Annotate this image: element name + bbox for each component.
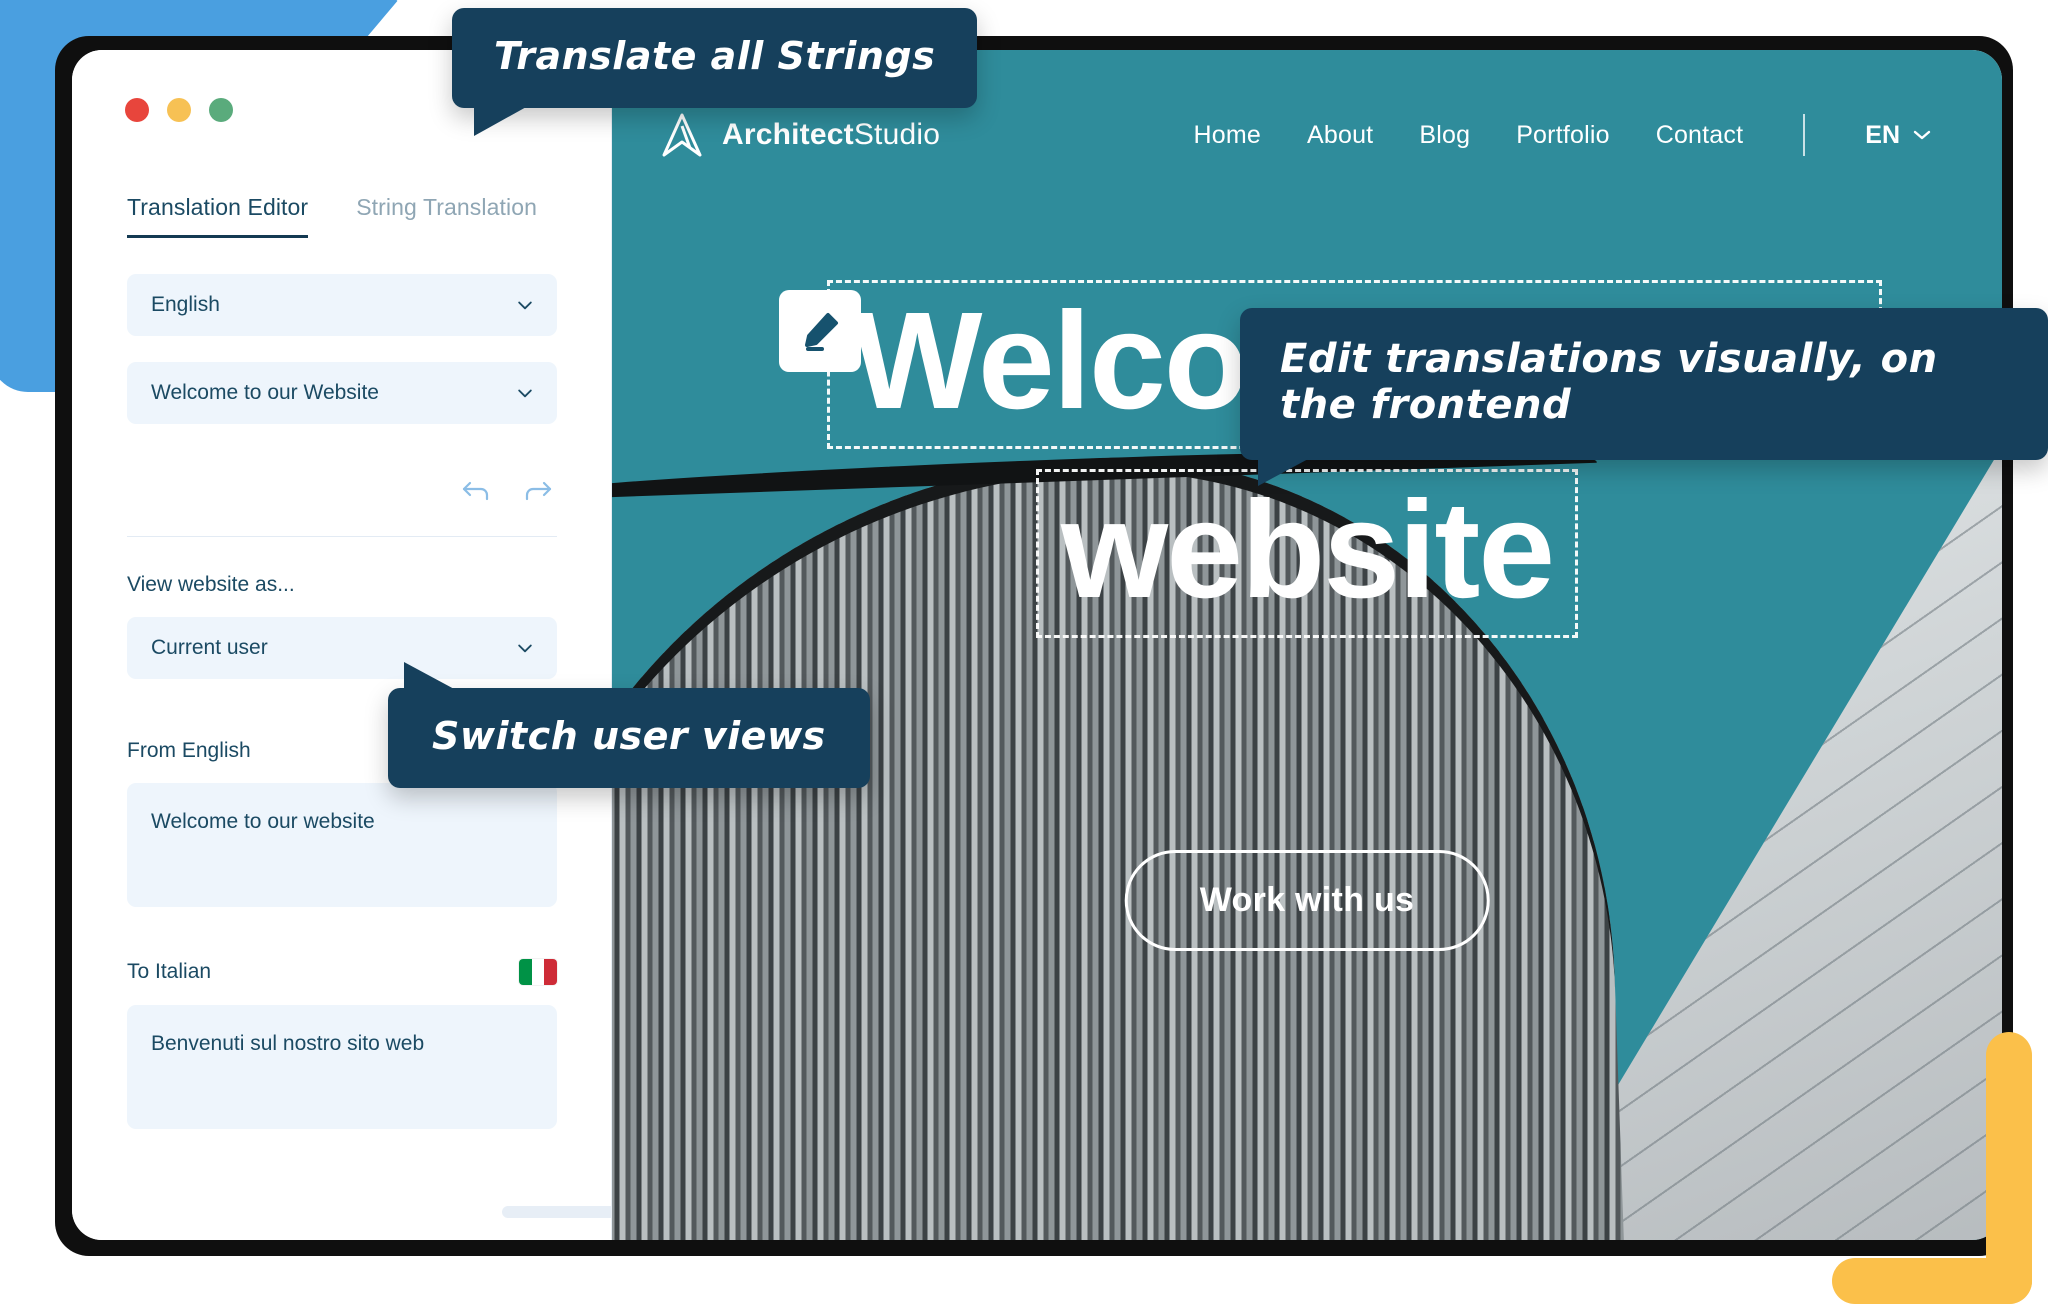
browser-window: Translation Editor String Translation En… <box>72 50 2002 1240</box>
chevron-down-icon <box>515 638 535 658</box>
target-language-label: To Italian <box>127 959 557 985</box>
view-as-select-value: Current user <box>151 636 268 659</box>
callout-switch-user-views-text: Switch user views <box>432 714 826 758</box>
tab-string-translation-label: String Translation <box>356 194 537 220</box>
language-select-value: English <box>151 293 220 316</box>
nav-link-contact[interactable]: Contact <box>1656 121 1744 150</box>
undo-arrow-icon[interactable] <box>461 478 491 504</box>
panel-tabs: Translation Editor String Translation <box>72 194 612 238</box>
maximize-window-button[interactable] <box>209 98 233 122</box>
target-text-value: Benvenuti sul nostro sito web <box>151 1032 425 1055</box>
chevron-down-icon <box>515 383 535 403</box>
source-text-value: Welcome to our website <box>151 810 375 833</box>
nav-link-blog[interactable]: Blog <box>1419 121 1470 150</box>
language-select[interactable]: English <box>127 274 557 336</box>
callout-translate-all-strings: Translate all Strings <box>452 8 978 136</box>
chevron-down-icon <box>1912 129 1932 141</box>
source-text-field[interactable]: Welcome to our website <box>127 783 557 907</box>
view-as-select[interactable]: Current user <box>127 617 557 679</box>
nav-divider <box>1803 114 1806 156</box>
brand-name-light: Studio <box>853 118 941 151</box>
architect-logo-icon <box>660 112 704 158</box>
target-text-field[interactable]: Benvenuti sul nostro sito web <box>127 1005 557 1129</box>
site-brand-name: ArchitectStudio <box>722 118 940 152</box>
view-as-label-text: View website as... <box>127 573 295 596</box>
site-brand[interactable]: ArchitectStudio <box>660 112 940 158</box>
tab-translation-editor[interactable]: Translation Editor <box>127 194 309 238</box>
source-language-label-text: From English <box>127 739 251 762</box>
tab-string-translation[interactable]: String Translation <box>356 194 537 238</box>
target-language-label-text: To Italian <box>127 960 212 983</box>
tab-translation-editor-label: Translation Editor <box>127 194 309 220</box>
nav-link-home[interactable]: Home <box>1194 121 1262 150</box>
callout-switch-user-views: Switch user views <box>388 662 870 788</box>
chevron-down-icon <box>515 295 535 315</box>
callout-translate-all-strings-text: Translate all Strings <box>494 34 936 78</box>
minimize-window-button[interactable] <box>167 98 191 122</box>
string-select[interactable]: Welcome to our Website <box>127 362 557 424</box>
hero-line-2-wrapper: website <box>672 468 1942 638</box>
callout-edit-visually: Edit translations visually, on the front… <box>1240 308 2048 486</box>
language-switcher-value: EN <box>1865 120 1900 149</box>
nav-link-about[interactable]: About <box>1307 121 1373 150</box>
italy-flag-icon <box>519 959 557 985</box>
brand-name-bold: Architect <box>722 118 854 151</box>
nav-link-portfolio[interactable]: Portfolio <box>1516 121 1610 150</box>
website-preview: ArchitectStudio Home About Blog Portfoli… <box>612 50 2002 1240</box>
close-window-button[interactable] <box>125 98 149 122</box>
screenshot-root: Translation Editor String Translation En… <box>0 0 2048 1316</box>
section-divider <box>127 536 557 537</box>
edit-translation-button[interactable] <box>779 290 861 372</box>
string-select-value: Welcome to our Website <box>151 381 379 404</box>
view-as-label: View website as... <box>127 573 557 597</box>
work-with-us-button[interactable]: Work with us <box>1124 850 1490 951</box>
site-nav-links: Home About Blog Portfolio Contact EN <box>1194 114 1933 156</box>
language-switcher[interactable]: EN <box>1865 121 1932 150</box>
redo-arrow-icon[interactable] <box>523 478 553 504</box>
callout-edit-visually-text: Edit translations visually, on the front… <box>1280 336 1938 428</box>
translation-editor-panel: Translation Editor String Translation En… <box>72 50 652 1240</box>
hero-heading-line-2[interactable]: website <box>1035 468 1579 638</box>
decorative-yellow-shape <box>1832 1032 2032 1304</box>
history-controls <box>127 450 557 528</box>
